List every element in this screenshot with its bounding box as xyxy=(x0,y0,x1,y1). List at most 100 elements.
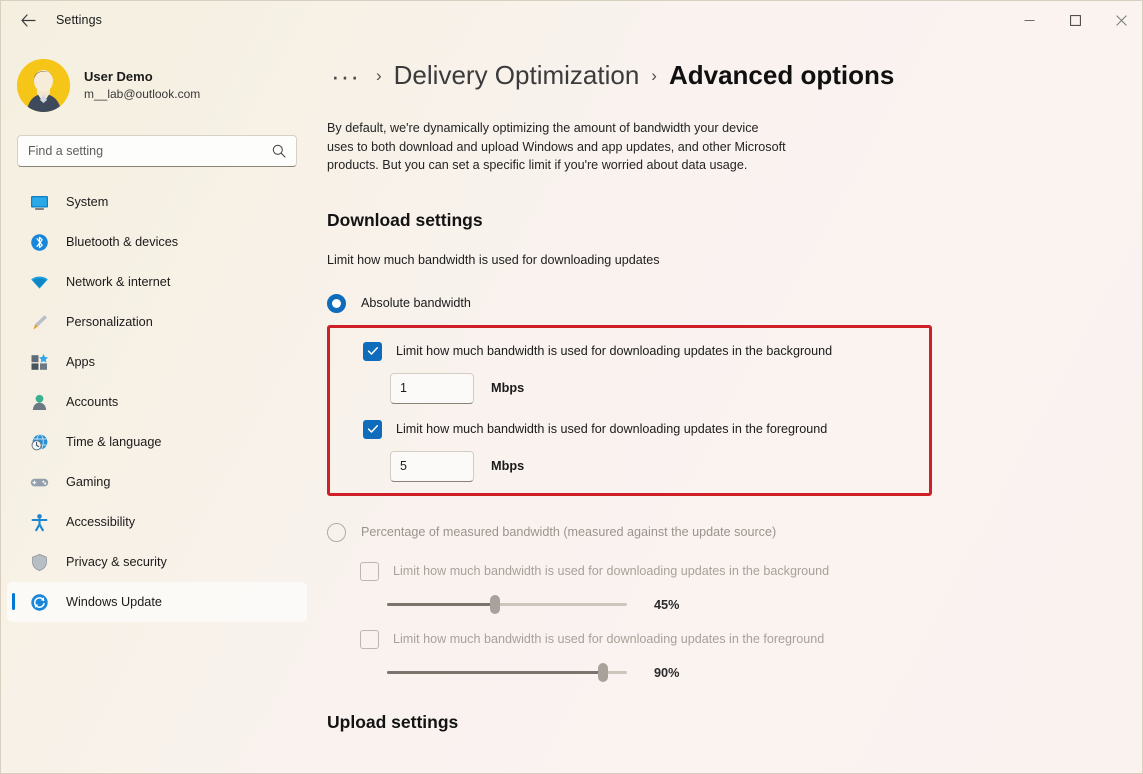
sidebar-item-label: Privacy & security xyxy=(66,555,167,569)
sidebar-item-label: Accessibility xyxy=(66,515,136,529)
slider-fill xyxy=(387,603,495,607)
checkbox-label: Limit how much bandwidth is used for dow… xyxy=(396,344,833,359)
slider-fill xyxy=(387,671,603,675)
sidebar-item-time-language[interactable]: Time & language xyxy=(7,422,307,462)
radio-percentage-bandwidth[interactable]: Percentage of measured bandwidth (measur… xyxy=(327,522,1142,542)
title-bar: Settings xyxy=(1,1,1142,39)
foreground-bandwidth-value-row: Mbps xyxy=(330,450,929,482)
search-input[interactable] xyxy=(28,144,272,158)
checkbox-row-background-limit[interactable]: Limit how much bandwidth is used for dow… xyxy=(330,341,929,361)
checkmark-icon xyxy=(367,347,378,356)
sidebar-item-windows-update[interactable]: Windows Update xyxy=(7,582,307,622)
avatar-person-icon xyxy=(17,58,70,112)
background-bandwidth-unit: Mbps xyxy=(491,381,525,396)
search-icon xyxy=(272,144,286,158)
slider-thumb[interactable] xyxy=(598,663,608,683)
breadcrumb-overflow-button[interactable]: ··· xyxy=(327,63,364,89)
sidebar-item-system[interactable]: System xyxy=(7,182,307,222)
sidebar-item-privacy-security[interactable]: Privacy & security xyxy=(7,542,307,582)
background-bandwidth-value-row: Mbps xyxy=(330,372,929,404)
search-box[interactable] xyxy=(17,135,297,167)
back-button[interactable] xyxy=(11,5,45,35)
account-section[interactable]: User Demo m__lab@outlook.com xyxy=(1,39,313,113)
avatar xyxy=(17,58,70,112)
sidebar-item-network-internet[interactable]: Network & internet xyxy=(7,262,307,302)
close-icon xyxy=(1115,14,1127,26)
monitor-icon xyxy=(29,192,49,212)
checkbox-unchecked-icon xyxy=(360,561,379,581)
checkbox-row-percentage-foreground[interactable]: Limit how much bandwidth is used for dow… xyxy=(327,629,1142,649)
download-settings-subtitle: Limit how much bandwidth is used for dow… xyxy=(327,252,660,267)
breadcrumb-parent-link[interactable]: Delivery Optimization xyxy=(394,60,640,91)
intro-description: By default, we're dynamically optimizing… xyxy=(327,121,786,173)
breadcrumb-separator-icon: › xyxy=(651,65,657,85)
sidebar-item-label: Apps xyxy=(66,355,95,369)
percentage-background-slider-row: 45% xyxy=(327,595,1142,615)
sidebar-item-label: Gaming xyxy=(66,475,111,489)
shield-icon xyxy=(29,552,49,572)
percentage-background-value: 45% xyxy=(654,597,680,612)
close-button[interactable] xyxy=(1098,1,1142,39)
sidebar-item-accessibility[interactable]: Accessibility xyxy=(7,502,307,542)
percentage-foreground-slider-row: 90% xyxy=(327,663,1142,683)
sidebar-item-label: Time & language xyxy=(66,435,162,449)
checkbox-label: Limit how much bandwidth is used for dow… xyxy=(393,632,825,647)
radio-label: Percentage of measured bandwidth (measur… xyxy=(361,525,777,540)
breadcrumb-separator-icon: › xyxy=(375,65,382,85)
foreground-bandwidth-input[interactable] xyxy=(390,450,474,482)
sidebar-item-gaming[interactable]: Gaming xyxy=(7,462,307,502)
minimize-icon xyxy=(1024,19,1034,21)
checkbox-checked-icon xyxy=(363,341,382,361)
sidebar-item-label: Personalization xyxy=(66,315,153,329)
sidebar-item-apps[interactable]: Apps xyxy=(7,342,307,382)
background-bandwidth-input[interactable] xyxy=(390,372,474,404)
download-settings-title: Download settings xyxy=(327,209,483,230)
update-refresh-icon xyxy=(29,592,49,612)
checkmark-icon xyxy=(367,425,378,434)
minimize-button[interactable] xyxy=(1006,1,1052,39)
window-controls xyxy=(1006,1,1142,39)
radio-button-unselected-icon xyxy=(327,522,346,542)
percentage-foreground-slider[interactable] xyxy=(387,663,627,683)
checkbox-checked-icon xyxy=(363,419,382,439)
sidebar-item-bluetooth-devices[interactable]: Bluetooth & devices xyxy=(7,222,307,262)
maximize-icon xyxy=(1069,14,1081,26)
account-text: User Demo m__lab@outlook.com xyxy=(84,68,200,103)
account-email: m__lab@outlook.com xyxy=(84,86,201,101)
radio-label: Absolute bandwidth xyxy=(361,296,471,311)
checkbox-row-percentage-background[interactable]: Limit how much bandwidth is used for dow… xyxy=(327,561,1142,581)
sidebar-item-label: System xyxy=(66,195,109,209)
sidebar-item-label: Bluetooth & devices xyxy=(66,235,179,249)
bluetooth-icon xyxy=(29,232,49,252)
sidebar-nav: System Bluetooth & devices Network & int… xyxy=(1,182,313,622)
page-title: Advanced options xyxy=(668,60,895,90)
back-arrow-icon xyxy=(20,13,36,27)
sidebar-item-label: Network & internet xyxy=(66,275,171,289)
breadcrumb: ··· › Delivery Optimization › Advanced o… xyxy=(327,39,1142,95)
absolute-bandwidth-highlight-box: Limit how much bandwidth is used for dow… xyxy=(327,324,932,496)
maximize-button[interactable] xyxy=(1052,1,1098,39)
radio-button-selected-icon xyxy=(327,293,346,313)
sidebar-item-accounts[interactable]: Accounts xyxy=(7,382,307,422)
sidebar: User Demo m__lab@outlook.com Find a sett… xyxy=(1,39,313,773)
sidebar-item-label: Accounts xyxy=(66,395,119,409)
checkbox-row-foreground-limit[interactable]: Limit how much bandwidth is used for dow… xyxy=(330,419,929,439)
sidebar-item-personalization[interactable]: Personalization xyxy=(7,302,307,342)
clock-globe-icon xyxy=(29,432,49,452)
sidebar-item-label: Windows Update xyxy=(66,595,162,609)
checkbox-label: Limit how much bandwidth is used for dow… xyxy=(393,564,830,579)
gamepad-icon xyxy=(29,472,49,492)
percentage-background-slider[interactable] xyxy=(387,595,627,615)
apps-grid-icon xyxy=(29,352,49,372)
foreground-bandwidth-unit: Mbps xyxy=(491,459,525,474)
paintbrush-icon xyxy=(29,312,49,332)
radio-absolute-bandwidth[interactable]: Absolute bandwidth xyxy=(327,293,1142,313)
percentage-foreground-value: 90% xyxy=(654,665,680,680)
main-content: ··· › Delivery Optimization › Advanced o… xyxy=(313,39,1142,773)
accessibility-person-icon xyxy=(29,512,49,532)
person-icon xyxy=(29,392,49,412)
wifi-icon xyxy=(29,272,49,292)
account-name: User Demo xyxy=(84,68,153,84)
checkbox-unchecked-icon xyxy=(360,629,379,649)
slider-thumb[interactable] xyxy=(490,595,500,615)
